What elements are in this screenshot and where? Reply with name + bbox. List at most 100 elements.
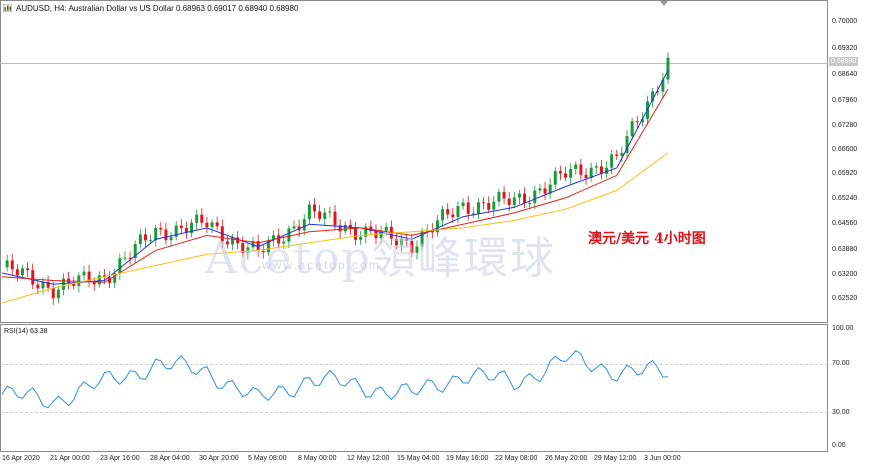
bull-candle xyxy=(138,234,142,245)
time-tick: 28 Apr 04:00 xyxy=(150,455,190,462)
price-tick: 0.65240 xyxy=(832,195,858,202)
bear-candle xyxy=(543,188,547,194)
bull-candle xyxy=(118,258,122,274)
price-tick: 0.69320 xyxy=(832,45,858,52)
time-tick: 8 May 00:00 xyxy=(298,455,337,462)
bull-candle xyxy=(461,202,465,207)
bear-candle xyxy=(15,269,19,276)
bull-candle xyxy=(149,240,153,242)
chart-shift-marker-icon[interactable] xyxy=(660,1,668,6)
bull-candle xyxy=(574,164,578,170)
bear-candle xyxy=(446,209,450,215)
time-tick: 29 May 12:00 xyxy=(594,455,637,462)
time-tick: 22 May 08:00 xyxy=(495,455,538,462)
bull-candle xyxy=(154,228,158,241)
bear-candle xyxy=(31,270,35,285)
chart-caption: 澳元/美元 4小时图 xyxy=(588,231,706,247)
bear-candle xyxy=(579,164,583,175)
price-tick: 0.64560 xyxy=(832,220,858,227)
bull-candle xyxy=(169,236,173,241)
bull-candle xyxy=(497,191,501,202)
bull-candle xyxy=(77,275,81,286)
bull-candle xyxy=(630,121,634,137)
bull-candle xyxy=(528,202,532,204)
bull-candle xyxy=(553,171,557,185)
bear-candle xyxy=(451,214,455,218)
bear-candle xyxy=(10,260,14,270)
bear-candle xyxy=(92,282,96,285)
bull-candle xyxy=(56,289,60,299)
bear-candle xyxy=(615,154,619,156)
bull-candle xyxy=(533,190,537,203)
current-price-label: 0.68980 xyxy=(829,57,859,66)
bull-candle xyxy=(20,268,24,276)
bull-candle xyxy=(666,57,670,80)
bull-candle xyxy=(5,260,9,268)
bull-candle xyxy=(61,278,65,290)
bull-candle xyxy=(441,209,445,221)
price-tick: 0.67280 xyxy=(832,122,858,129)
bull-candle xyxy=(82,271,86,276)
bear-candle xyxy=(487,203,491,210)
bull-candle xyxy=(123,257,127,259)
time-tick: 19 May 16:00 xyxy=(446,455,489,462)
bull-candle xyxy=(610,154,614,168)
price-tick: 0.63880 xyxy=(832,246,858,253)
bull-candle xyxy=(538,188,542,191)
price-axis[interactable]: 0.70000 0.69320 0.68640 0.67960 0.67280 … xyxy=(828,0,870,323)
bear-candle xyxy=(26,268,30,271)
price-tick: 0.68640 xyxy=(832,71,858,78)
bull-candle xyxy=(323,212,327,219)
chart-title: AUDUSD, H4: Australian Dollar vs US Doll… xyxy=(16,4,299,13)
bear-candle xyxy=(523,193,527,204)
bear-candle xyxy=(36,284,40,289)
time-tick: 30 Apr 20:00 xyxy=(199,455,239,462)
watermark-logo: Acetop領峰環球 xyxy=(205,233,556,284)
price-tick: 0.67960 xyxy=(832,97,858,104)
chart-window-icon xyxy=(3,4,12,12)
rsi-tick: 30.00 xyxy=(832,409,850,416)
bear-candle xyxy=(51,287,55,299)
bear-candle xyxy=(179,225,183,228)
time-tick: 5 May 08:00 xyxy=(248,455,287,462)
bull-candle xyxy=(605,167,609,174)
bull-candle xyxy=(195,214,199,223)
time-tick: 3 Jun 00:00 xyxy=(644,455,681,462)
bear-candle xyxy=(200,214,204,223)
price-tick: 0.62520 xyxy=(832,295,858,302)
bull-candle xyxy=(307,204,311,220)
time-tick: 15 May 04:00 xyxy=(397,455,440,462)
rsi-axis: 100.00 70.00 30.00 0.00 xyxy=(828,324,870,452)
rsi-tick: 100.00 xyxy=(832,325,854,332)
bull-candle xyxy=(492,201,496,210)
bull-candle xyxy=(476,202,480,214)
price-tick: 0.66600 xyxy=(832,146,858,153)
time-axis[interactable]: 16 Apr 2020 21 Apr 00:00 23 Apr 16:00 28… xyxy=(0,452,828,469)
bear-candle xyxy=(159,228,163,230)
bear-candle xyxy=(584,174,588,178)
bull-candle xyxy=(594,166,598,168)
bear-candle xyxy=(507,198,511,205)
bull-candle xyxy=(97,275,101,285)
bull-candle xyxy=(328,211,332,213)
price-tick: 0.63200 xyxy=(832,271,858,278)
rsi-line xyxy=(1,349,669,409)
bull-candle xyxy=(569,169,573,178)
bear-candle xyxy=(164,229,168,241)
bull-candle xyxy=(517,193,521,198)
bull-candle xyxy=(41,282,45,289)
bear-candle xyxy=(143,234,147,241)
bull-candle xyxy=(512,197,516,205)
bear-candle xyxy=(558,171,562,174)
price-tick: 0.65920 xyxy=(832,170,858,177)
rsi-tick: 70.00 xyxy=(832,360,850,367)
time-tick: 23 Apr 16:00 xyxy=(100,455,140,462)
rsi-title: RSI(14) 63.38 xyxy=(4,328,48,335)
bear-candle xyxy=(318,211,322,219)
bear-candle xyxy=(482,202,486,204)
time-tick: 16 Apr 2020 xyxy=(2,455,40,462)
bear-candle xyxy=(313,204,317,212)
rsi-tick: 0.00 xyxy=(832,442,846,449)
price-tick: 0.70000 xyxy=(832,18,858,25)
bear-candle xyxy=(502,191,506,199)
